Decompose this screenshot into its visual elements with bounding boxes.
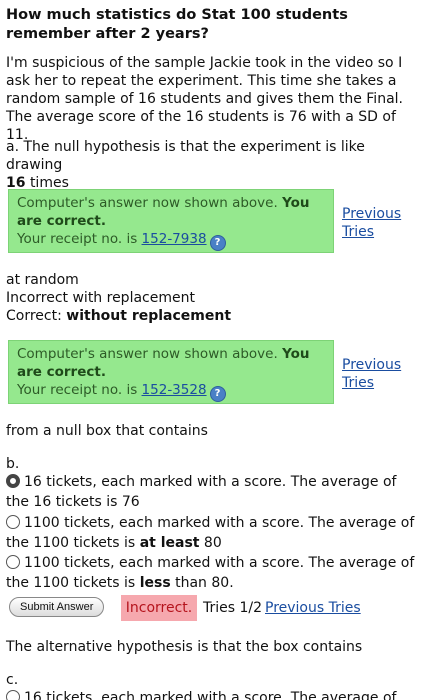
option-b-2[interactable]: 1100 tickets, each marked with a score. … bbox=[6, 513, 420, 553]
feedback-message: Computer's answer now shown above. bbox=[17, 346, 278, 362]
previous-tries-link[interactable]: Previous Tries bbox=[342, 356, 412, 392]
at-random-text: at random bbox=[6, 272, 79, 288]
submit-answer-button[interactable]: Submit Answer bbox=[9, 597, 105, 617]
feedback-you: You bbox=[282, 195, 310, 211]
option-text: 16 tickets, each marked with a score. Th… bbox=[6, 474, 397, 510]
feedback-box-correct-2: Computer's answer now shown above. You a… bbox=[8, 340, 334, 404]
radio-empty-icon[interactable] bbox=[6, 515, 20, 529]
correct-label: Correct: bbox=[6, 308, 62, 324]
option-emphasis: at least bbox=[139, 535, 200, 551]
question-title: How much statistics do Stat 100 students… bbox=[6, 7, 348, 42]
feedback-you: You bbox=[282, 346, 310, 362]
part-a-prompt: a. The null hypothesis is that the exper… bbox=[6, 138, 420, 192]
receipt-number-link[interactable]: 152-7938 bbox=[142, 231, 207, 247]
option-c-1[interactable]: 16 tickets, each marked with a score. Th… bbox=[6, 688, 420, 700]
part-c-label: c. bbox=[6, 672, 19, 688]
previous-tries-link[interactable]: Previous Tries bbox=[342, 205, 412, 241]
question-intro: I'm suspicious of the sample Jackie took… bbox=[6, 55, 403, 143]
option-b-3[interactable]: 1100 tickets, each marked with a score. … bbox=[6, 553, 420, 593]
option-b-1[interactable]: 16 tickets, each marked with a score. Th… bbox=[6, 472, 420, 512]
feedback-box-correct-1: Computer's answer now shown above. You a… bbox=[8, 189, 334, 253]
status-badge: Incorrect. bbox=[121, 595, 197, 621]
feedback-message: Computer's answer now shown above. bbox=[17, 195, 278, 211]
help-icon[interactable]: ? bbox=[209, 386, 226, 402]
part-b-label: b. bbox=[6, 456, 20, 472]
option-text-after: than 80. bbox=[175, 575, 234, 591]
previous-tries-link[interactable]: Previous Tries bbox=[265, 598, 361, 618]
draw-info: at random Incorrect with replacement Cor… bbox=[6, 271, 420, 325]
radio-selected-icon[interactable] bbox=[6, 474, 20, 488]
radio-empty-icon[interactable] bbox=[6, 555, 20, 569]
option-text: 16 tickets, each marked with a score. Th… bbox=[24, 690, 397, 700]
option-emphasis: less bbox=[139, 575, 171, 591]
box-text: from a null box that contains bbox=[6, 423, 208, 439]
feedback-correct: are correct. bbox=[17, 364, 106, 380]
receipt-label: Your receipt no. is bbox=[17, 382, 138, 398]
part-a-text: a. The null hypothesis is that the exper… bbox=[6, 139, 365, 173]
receipt-label: Your receipt no. is bbox=[17, 231, 138, 247]
feedback-correct: are correct. bbox=[17, 213, 106, 229]
incorrect-option-text: Incorrect with replacement bbox=[6, 290, 195, 306]
homework-page: How much statistics do Stat 100 students… bbox=[0, 0, 426, 700]
help-icon[interactable]: ? bbox=[209, 235, 226, 251]
radio-empty-icon[interactable] bbox=[6, 690, 20, 700]
receipt-number-link[interactable]: 152-3528 bbox=[142, 382, 207, 398]
correct-value: without replacement bbox=[66, 308, 232, 324]
option-text-after: 80 bbox=[203, 535, 222, 551]
alt-hypothesis-text: The alternative hypothesis is that the b… bbox=[6, 639, 363, 655]
tries-count: Tries 1/2 bbox=[203, 600, 263, 616]
